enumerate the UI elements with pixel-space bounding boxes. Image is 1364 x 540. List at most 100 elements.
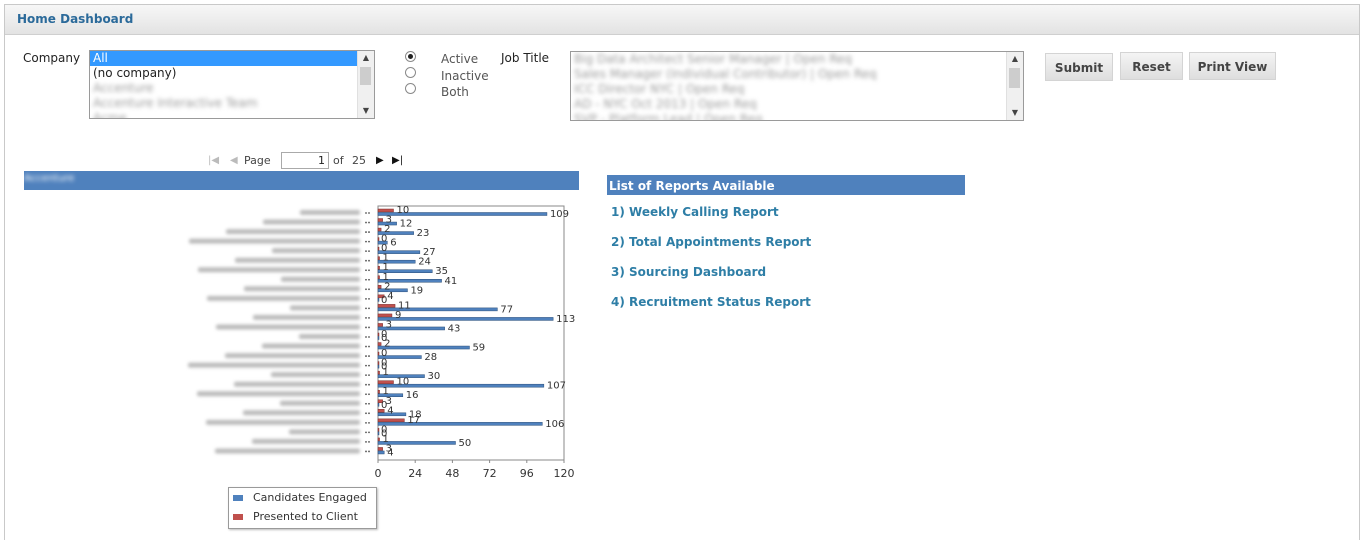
bar-presented: [377, 428, 380, 432]
job-title-listbox[interactable]: Big Data Architect Senior Manager | Open…: [570, 51, 1024, 121]
category-dot: [368, 278, 370, 281]
job-title-option[interactable]: Sales Manager (Individual Contributor) |…: [571, 67, 1006, 82]
data-label-engaged: 12: [400, 219, 413, 230]
first-page-icon[interactable]: |◀: [208, 154, 219, 168]
company-option[interactable]: (no company): [90, 66, 357, 81]
category-label-placeholder: [244, 286, 360, 292]
category-dot: [365, 431, 367, 434]
category-label-placeholder: [198, 267, 360, 273]
data-label-presented: 17: [407, 415, 420, 426]
bar-presented: [377, 389, 380, 394]
job-title-scrollbar[interactable]: ▲ ▼: [1006, 52, 1023, 120]
data-label-presented: 10: [397, 377, 410, 388]
page-title: Home Dashboard: [17, 12, 134, 26]
category-dot: [365, 212, 367, 214]
status-radio-active[interactable]: [405, 51, 416, 62]
company-option[interactable]: Accenture Interactive Team: [90, 96, 357, 111]
company-listbox[interactable]: All (no company) Accenture Accenture Intera…: [89, 50, 375, 119]
legend-item-presented: Presented to Client: [233, 510, 358, 523]
data-label-engaged: 113: [556, 314, 575, 325]
page-number-input[interactable]: 1: [281, 152, 329, 169]
category-label-placeholder: [252, 438, 360, 444]
category-label-placeholder: [226, 229, 360, 235]
category-label-placeholder: [262, 343, 360, 349]
status-label-both: Both: [441, 85, 469, 99]
scroll-thumb[interactable]: [1009, 68, 1020, 88]
category-dot: [365, 374, 367, 377]
category-label-placeholder: [271, 372, 360, 378]
category-dot: [368, 345, 370, 348]
bar-presented: [377, 313, 393, 318]
category-dot: [365, 450, 367, 453]
bar-presented: [377, 285, 382, 289]
category-label-placeholder: [272, 248, 360, 254]
bar-presented: [377, 332, 380, 337]
submit-button[interactable]: Submit: [1045, 53, 1113, 81]
data-label-presented: 9: [395, 310, 401, 321]
bar-engaged: [377, 345, 470, 350]
category-dot: [365, 355, 367, 357]
bar-presented: [377, 437, 380, 442]
company-label: Company: [23, 51, 81, 65]
category-label-placeholder: [280, 400, 360, 406]
next-page-icon[interactable]: ▶: [376, 154, 384, 168]
prev-page-icon[interactable]: ◀: [230, 154, 238, 168]
data-label-engaged: 109: [550, 209, 569, 220]
legend-swatch-presented: [233, 514, 243, 520]
category-dot: [365, 383, 367, 386]
category-dot: [368, 364, 370, 367]
data-label-engaged: 43: [448, 323, 461, 334]
job-title-label: Job Title: [501, 51, 550, 65]
job-title-option[interactable]: Big Data Architect Senior Manager | Open…: [571, 52, 1006, 67]
page-header: Home Dashboard: [5, 5, 1359, 35]
category-dot: [368, 431, 370, 434]
category-dot: [365, 364, 367, 367]
report-link-total-appointments[interactable]: 2) Total Appointments Report: [611, 235, 811, 249]
reset-button[interactable]: Reset: [1120, 52, 1183, 80]
status-radio-both[interactable]: [405, 83, 416, 94]
report-link-weekly-calling[interactable]: 1) Weekly Calling Report: [611, 205, 779, 219]
category-label-placeholder: [225, 353, 360, 359]
scroll-up-icon[interactable]: ▲: [358, 51, 374, 65]
bar-presented: [377, 246, 380, 251]
job-title-option[interactable]: AD - NYC Oct 2013 | Open Req: [571, 97, 1006, 112]
report-link-recruitment-status[interactable]: 4) Recruitment Status Report: [611, 295, 811, 309]
scroll-thumb[interactable]: [360, 67, 371, 85]
reports-panel-header: List of Reports Available: [607, 175, 965, 195]
print-view-button[interactable]: Print View: [1189, 52, 1276, 80]
category-dot: [368, 317, 370, 319]
category-label-placeholder: [281, 276, 360, 282]
scroll-down-icon[interactable]: ▼: [1007, 106, 1023, 120]
bar-engaged: [377, 364, 380, 369]
category-dot: [368, 221, 370, 224]
last-page-icon[interactable]: ▶|: [392, 154, 403, 168]
x-tick-label: 48: [445, 467, 459, 480]
company-option[interactable]: All: [90, 51, 357, 66]
category-dot: [368, 288, 370, 291]
category-dot: [365, 345, 367, 348]
category-dot: [368, 326, 370, 329]
job-title-option[interactable]: SVP - Platform Lead | Open Req: [571, 112, 1006, 120]
data-label-presented: 1: [383, 367, 389, 378]
report-link-sourcing-dashboard[interactable]: 3) Sourcing Dashboard: [611, 265, 766, 279]
chart-company-title: Accenture: [24, 173, 75, 184]
category-dot: [365, 412, 367, 415]
job-title-option[interactable]: ICC Director NYC | Open Req: [571, 82, 1006, 97]
category-dot: [365, 307, 367, 310]
scroll-up-icon[interactable]: ▲: [1007, 52, 1023, 66]
data-label-presented: 3: [386, 443, 392, 454]
company-scrollbar[interactable]: ▲ ▼: [357, 51, 374, 118]
x-tick-label: 24: [408, 467, 422, 480]
category-dot: [368, 355, 370, 357]
bar-engaged: [377, 317, 554, 321]
data-label-engaged: 16: [406, 390, 419, 401]
bar-presented: [377, 370, 380, 375]
category-dot: [368, 402, 370, 405]
data-label-presented: 4: [387, 405, 393, 416]
company-option[interactable]: Acme: [90, 111, 357, 118]
category-dot: [365, 441, 367, 443]
scroll-down-icon[interactable]: ▼: [358, 104, 374, 118]
company-option[interactable]: Accenture: [90, 81, 357, 96]
x-tick-label: 72: [483, 467, 497, 480]
status-radio-inactive[interactable]: [405, 67, 416, 78]
